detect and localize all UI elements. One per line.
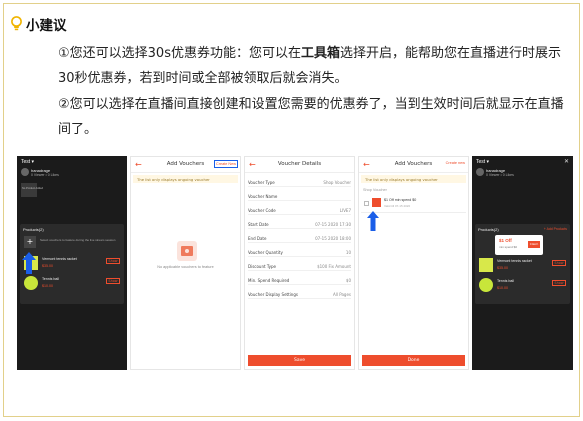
screen-header: ← Voucher Details <box>245 157 354 173</box>
tip-title: 小建议 <box>26 18 67 34</box>
tip-card: 小建议 ①您还可以选择30s优惠券功能：您可以在工具箱选择开启，能帮助您在直播进… <box>3 3 580 417</box>
add-voucher-button[interactable]: + <box>24 236 36 248</box>
arrow-up-icon <box>367 211 379 231</box>
detail-value: All Pages <box>333 292 351 297</box>
voucher-detail-row[interactable]: Voucher Type Shop Voucher <box>248 177 351 187</box>
screen-live-stream-voucher: Test ▾ ✕ hanadrage 0 Viewer • 0 Likes Pr… <box>472 156 573 370</box>
product-thumb-ball <box>479 278 493 292</box>
voucher-detail-row[interactable]: Voucher Name <box>248 191 351 201</box>
products-panel: Products(2) + Add Products $1 Off min sp… <box>475 224 570 304</box>
voucher-detail-row[interactable]: Voucher Display Settings All Pages <box>248 289 351 299</box>
voucher-detail-row[interactable]: Discount Type $100 Fix Amount <box>248 261 351 271</box>
detail-label: Min. Spend Required <box>248 278 290 283</box>
products-label: Products(2) <box>23 227 44 232</box>
voucher-popup[interactable]: $1 Off min spend $0 Claim <box>495 235 543 255</box>
product-name: Vermont tennis racket <box>42 257 77 261</box>
voucher-checkbox[interactable] <box>364 201 369 206</box>
voucher-detail-row[interactable]: End Date 07-15 2020 18:00 <box>248 233 351 243</box>
voucher-title: $1 Off min spend $0 <box>384 198 417 202</box>
voucher-detail-row[interactable]: Start Date 07-15 2020 17:30 <box>248 219 351 229</box>
close-icon[interactable]: ✕ <box>564 158 569 165</box>
arrow-up-icon <box>22 252 36 274</box>
product-price: $10.00 <box>497 286 508 290</box>
info-banner: The list only displays ongoing voucher <box>361 175 466 183</box>
detail-label: Voucher Code <box>248 208 276 213</box>
product-thumb-racket <box>479 258 493 272</box>
screen-add-vouchers-empty: ← Add Vouchers Create New The list only … <box>130 156 241 370</box>
show-button[interactable]: Show <box>552 280 566 286</box>
tip-paragraph-2: ②您可以选择在直播间直接创建和设置您需要的优惠券了，当到生效时间后就显示在直播间… <box>58 97 564 137</box>
product-name: Vermont tennis racket <box>497 259 532 263</box>
detail-value: 07-15 2020 18:00 <box>315 236 351 241</box>
create-new-link[interactable]: Create New <box>213 160 238 168</box>
empty-voucher-icon <box>177 241 197 261</box>
show-button[interactable]: Show <box>552 260 566 266</box>
product-price: $35.00 <box>42 264 53 268</box>
create-new-link[interactable]: Create new <box>446 161 465 165</box>
detail-label: Voucher Quantity <box>248 250 283 255</box>
claim-button[interactable]: Claim <box>528 241 540 248</box>
add-products-link[interactable]: + Add Products <box>544 227 567 231</box>
product-name: Tennis ball <box>42 277 59 281</box>
screen-live-stream: Test ▾ hanadrage 0 Viewer • 0 Likes No P… <box>17 156 127 370</box>
product-price: $35.00 <box>497 266 508 270</box>
tip-header: 小建议 <box>10 14 67 34</box>
product-placeholder: No Product Added <box>21 183 43 197</box>
voucher-title: $1 Off <box>499 238 512 243</box>
voucher-desc: min spend $0 <box>499 245 518 249</box>
product-price: $10.00 <box>42 284 53 288</box>
voucher-detail-row[interactable]: Min. Spend Required $0 <box>248 275 351 285</box>
detail-value: $100 Fix Amount <box>317 264 351 269</box>
save-button[interactable]: Save <box>248 355 351 366</box>
lightbulb-icon <box>11 16 22 31</box>
empty-state-text: No applicable vouchers to feature <box>157 265 214 269</box>
show-button[interactable]: Show <box>106 258 120 264</box>
stream-title: Test ▾ <box>21 159 35 165</box>
detail-label: Voucher Display Settings <box>248 292 298 297</box>
done-button[interactable]: Done <box>362 355 465 366</box>
detail-label: Voucher Name <box>248 194 278 199</box>
avatar <box>476 168 484 176</box>
product-thumb-ball <box>24 276 38 290</box>
add-hint: Select vouchers to feature during the li… <box>40 238 116 242</box>
section-label: Shop Voucher <box>363 188 387 192</box>
tip-paragraph-1: ①您还可以选择30s优惠券功能：您可以在工具箱选择开启，能帮助您在直播进行时展示… <box>58 46 562 86</box>
product-name: Tennis ball <box>497 279 514 283</box>
detail-value: LIVE7 <box>339 208 351 213</box>
show-button[interactable]: Show <box>106 278 120 284</box>
screen-header: ← Add Vouchers Create new <box>359 157 468 173</box>
products-label: Products(2) <box>478 227 499 232</box>
stream-title: Test ▾ <box>476 159 490 165</box>
voucher-validity: Valid till 07-15 2020 <box>384 204 411 208</box>
screen-add-vouchers-list: ← Add Vouchers Create new The list only … <box>358 156 469 370</box>
detail-value: Shop Voucher <box>323 180 351 185</box>
detail-label: Discount Type <box>248 264 277 269</box>
stream-stats: 0 Viewer • 0 Likes <box>486 173 514 177</box>
voucher-detail-row[interactable]: Voucher Quantity 10 <box>248 247 351 257</box>
detail-value: 07-15 2020 17:30 <box>315 222 351 227</box>
screen-voucher-details: ← Voucher Details Voucher Type Shop Vouch… <box>244 156 355 370</box>
toolbox-keyword: 工具箱 <box>300 46 340 61</box>
detail-label: Start Date <box>248 222 269 227</box>
screenshot-strip: Test ▾ hanadrage 0 Viewer • 0 Likes No P… <box>17 156 573 370</box>
avatar <box>21 168 29 176</box>
stream-stats: 0 Viewer • 0 Likes <box>31 173 59 177</box>
detail-value: $0 <box>345 278 351 283</box>
voucher-thumb <box>372 198 381 207</box>
voucher-detail-row[interactable]: Voucher Code LIVE7 <box>248 205 351 215</box>
screen-header: ← Add Vouchers Create New <box>131 157 240 173</box>
detail-label: Voucher Type <box>248 180 275 185</box>
detail-label: End Date <box>248 236 267 241</box>
info-banner: The list only displays ongoing voucher <box>133 175 238 183</box>
detail-value: 10 <box>345 250 351 255</box>
